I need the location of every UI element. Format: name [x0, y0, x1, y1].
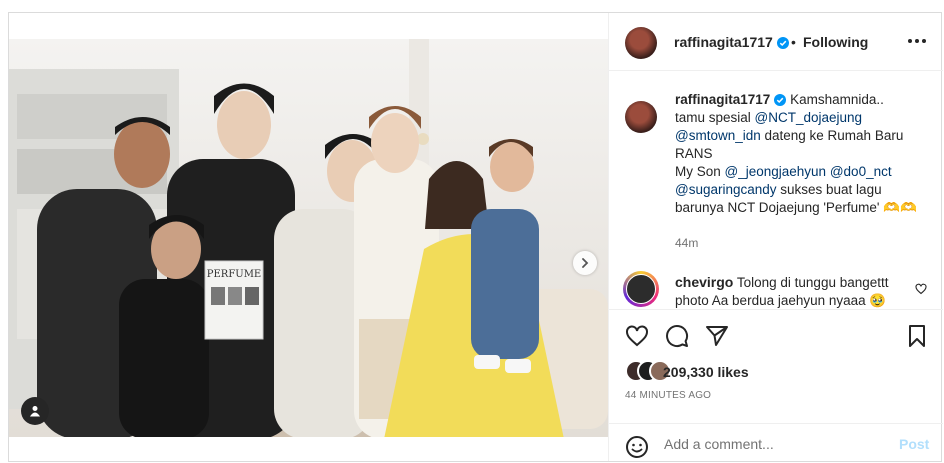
following-button[interactable]: Following [803, 34, 868, 50]
mention-jeongjaehyun[interactable]: @_jeongjaehyun [725, 164, 827, 179]
post-header: raffinagita1717 • Following [609, 13, 943, 71]
instagram-post: PERFUME raffinagita1717 • Following raff… [8, 12, 943, 462]
user-tags-button[interactable] [21, 397, 49, 425]
verified-badge-icon [774, 94, 787, 106]
caption-line7: barunya NCT Dojaejung 'Perfume' 🫶🫶 [675, 200, 917, 215]
mention-sugaringcandy[interactable]: @sugaringcandy [675, 182, 777, 197]
comment: chevirgo Tolong di tunggu bangettt photo… [675, 273, 905, 309]
caption-time: 44m [675, 236, 699, 250]
post-sidebar: raffinagita1717 • Following raffinagita1… [608, 13, 943, 461]
emoji-icon[interactable] [625, 435, 649, 459]
caption-line4: RANS [675, 146, 713, 161]
comment-input[interactable] [664, 434, 884, 454]
photo-illustration: PERFUME [9, 39, 608, 437]
verified-badge-icon [776, 37, 789, 49]
caption-line3: dateng ke Rumah Baru [760, 128, 904, 143]
heart-icon[interactable] [625, 324, 649, 348]
user-tag-icon [30, 406, 40, 417]
avatar[interactable] [625, 27, 657, 59]
commenter-story-ring[interactable] [623, 271, 659, 307]
post-timestamp[interactable]: 44 MINUTES AGO [625, 390, 711, 401]
action-bar: 209,330 likes 44 MINUTES AGO [609, 309, 943, 423]
chevron-right-icon [582, 258, 589, 268]
album-title: PERFUME [207, 269, 261, 280]
share-icon[interactable] [705, 324, 729, 348]
caption-line6: sukses buat lagu [776, 182, 882, 197]
commenter-avatar [626, 274, 656, 304]
mention-do0nct[interactable]: @do0_nct [830, 164, 892, 179]
mention-smtown[interactable]: @smtown_idn [675, 128, 761, 143]
carousel-next-button[interactable] [573, 251, 597, 275]
comments-section: raffinagita1717 Kamshamnida.. tamu spesi… [609, 71, 943, 309]
caption-line2: tamu spesial [675, 110, 755, 125]
author-username[interactable]: raffinagita1717 [674, 34, 773, 50]
post-comment-button[interactable]: Post [899, 436, 929, 452]
comment-like-heart-icon[interactable] [915, 283, 927, 295]
bookmark-icon[interactable] [905, 324, 929, 348]
caption-line5: My Son [675, 164, 725, 179]
header-author: raffinagita1717 [674, 34, 789, 50]
post-photo[interactable]: PERFUME [9, 39, 608, 437]
separator-dot: • [791, 34, 796, 50]
more-options-icon[interactable] [905, 31, 929, 51]
caption-author[interactable]: raffinagita1717 [675, 92, 770, 107]
comment-icon[interactable] [665, 324, 689, 348]
mention-dojaejung[interactable]: @NCT_dojaejung [755, 110, 863, 125]
likes-count[interactable]: 209,330 likes [663, 364, 749, 380]
caption-avatar[interactable] [625, 101, 657, 133]
caption: raffinagita1717 Kamshamnida.. tamu spesi… [675, 91, 925, 217]
comment-author[interactable]: chevirgo [675, 274, 733, 290]
caption-line1: Kamshamnida.. [790, 92, 884, 107]
add-comment-bar: Post [609, 423, 943, 461]
